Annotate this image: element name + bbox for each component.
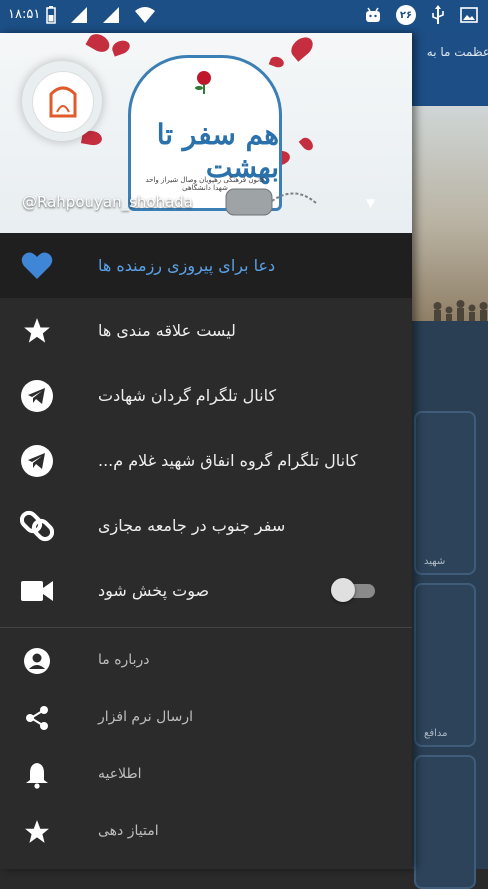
- audio-toggle-switch[interactable]: [331, 578, 375, 602]
- link-icon: [20, 509, 54, 543]
- status-bar: ۱۸:۵۱ ۲۶: [0, 0, 488, 33]
- logo-emblem: [32, 71, 94, 133]
- menu-item-about[interactable]: درباره ما: [0, 632, 412, 689]
- main-screen-background: عظمت ما به شهید مدافع: [412, 33, 488, 889]
- menu-item-south-trip[interactable]: سفر جنوب در جامعه مجازی: [0, 493, 412, 558]
- heart-icon: [20, 249, 54, 283]
- rose-icon: [195, 71, 211, 94]
- grid-tile[interactable]: مدافع: [414, 583, 476, 747]
- menu-item-label: کانال تلگرام گردان شهادت: [98, 386, 277, 405]
- account-dropdown-icon[interactable]: ▼: [366, 196, 375, 210]
- account-circle-icon: [20, 644, 54, 678]
- menu-item-label: کانال تلگرام گروه انفاق شهید غلام م...: [98, 451, 358, 470]
- menu-item-prayer[interactable]: دعا برای پیروزی رزمنده ها: [0, 233, 412, 298]
- menu-item-share-app[interactable]: ارسال نرم افزار: [0, 689, 412, 746]
- video-camera-icon: [20, 574, 54, 608]
- grid-tile[interactable]: شهید: [414, 411, 476, 575]
- dog-tag-chain: [225, 188, 317, 216]
- android-icon: [366, 7, 380, 22]
- user-handle: @Rahpouyan_shohada: [22, 193, 193, 211]
- menu-item-label: امتیاز دهی: [98, 823, 159, 839]
- rose-petal: [268, 54, 286, 70]
- grid-tile-label: مدافع: [424, 728, 448, 739]
- menu-item-label: ارسال نرم افزار: [98, 709, 193, 725]
- menu-divider: [0, 627, 412, 628]
- drawer-menu: دعا برای پیروزی رزمنده ها لیست علاقه مند…: [0, 233, 412, 860]
- telegram-icon: [20, 444, 54, 478]
- usb-icon: [432, 5, 444, 24]
- main-grid: شهید مدافع: [412, 321, 488, 889]
- main-header-text: عظمت ما به: [426, 45, 488, 59]
- menu-item-label: سفر جنوب در جامعه مجازی: [98, 516, 286, 535]
- status-icons-right: ۲۶: [364, 5, 478, 25]
- star-icon: [20, 815, 54, 849]
- menu-item-telegram-enfagh[interactable]: کانال تلگرام گروه انفاق شهید غلام م...: [0, 428, 412, 493]
- image-icon: [460, 7, 478, 23]
- rose-petal: [298, 135, 316, 153]
- menu-item-label: صوت پخش شود: [98, 581, 210, 600]
- menu-item-label: اطلاعیه: [98, 766, 142, 782]
- grid-tile-label: شهید: [424, 556, 446, 567]
- menu-item-favorites[interactable]: لیست علاقه مندی ها: [0, 298, 412, 363]
- battery-icon: [46, 6, 56, 24]
- profile-logo[interactable]: [22, 61, 102, 141]
- signal-icon: [71, 7, 87, 23]
- signal-icon: [103, 7, 119, 23]
- menu-item-audio[interactable]: صوت پخش شود: [0, 558, 412, 623]
- bell-icon: [20, 758, 54, 792]
- toggle-thumb: [331, 578, 355, 602]
- navigation-drawer: هم سفر تا بهشت کانون فرهنگی رهپویان وصال…: [0, 33, 412, 869]
- notification-badge: ۲۶: [396, 5, 416, 25]
- rose-petal: [85, 33, 113, 56]
- menu-item-announcements[interactable]: اطلاعیه: [0, 746, 412, 803]
- rose-petal: [110, 38, 132, 57]
- telegram-icon: [20, 379, 54, 413]
- menu-item-rate[interactable]: امتیاز دهی: [0, 803, 412, 860]
- menu-item-label: درباره ما: [98, 652, 150, 668]
- status-icons-left: [46, 6, 156, 24]
- status-time: ۱۸:۵۱: [8, 7, 41, 22]
- drawer-header: هم سفر تا بهشت کانون فرهنگی رهپویان وصال…: [0, 33, 412, 233]
- menu-item-label: دعا برای پیروزی رزمنده ها: [98, 256, 276, 275]
- header-art-title: هم سفر تا بهشت: [156, 118, 279, 184]
- share-icon: [20, 701, 54, 735]
- main-header: عظمت ما به: [412, 33, 488, 106]
- star-icon: [20, 314, 54, 348]
- menu-item-label: لیست علاقه مندی ها: [98, 321, 236, 340]
- rose-petal: [287, 33, 317, 62]
- wifi-icon: [135, 7, 155, 23]
- main-banner-photo: [412, 106, 488, 338]
- menu-item-telegram-shahadat[interactable]: کانال تلگرام گردان شهادت: [0, 363, 412, 428]
